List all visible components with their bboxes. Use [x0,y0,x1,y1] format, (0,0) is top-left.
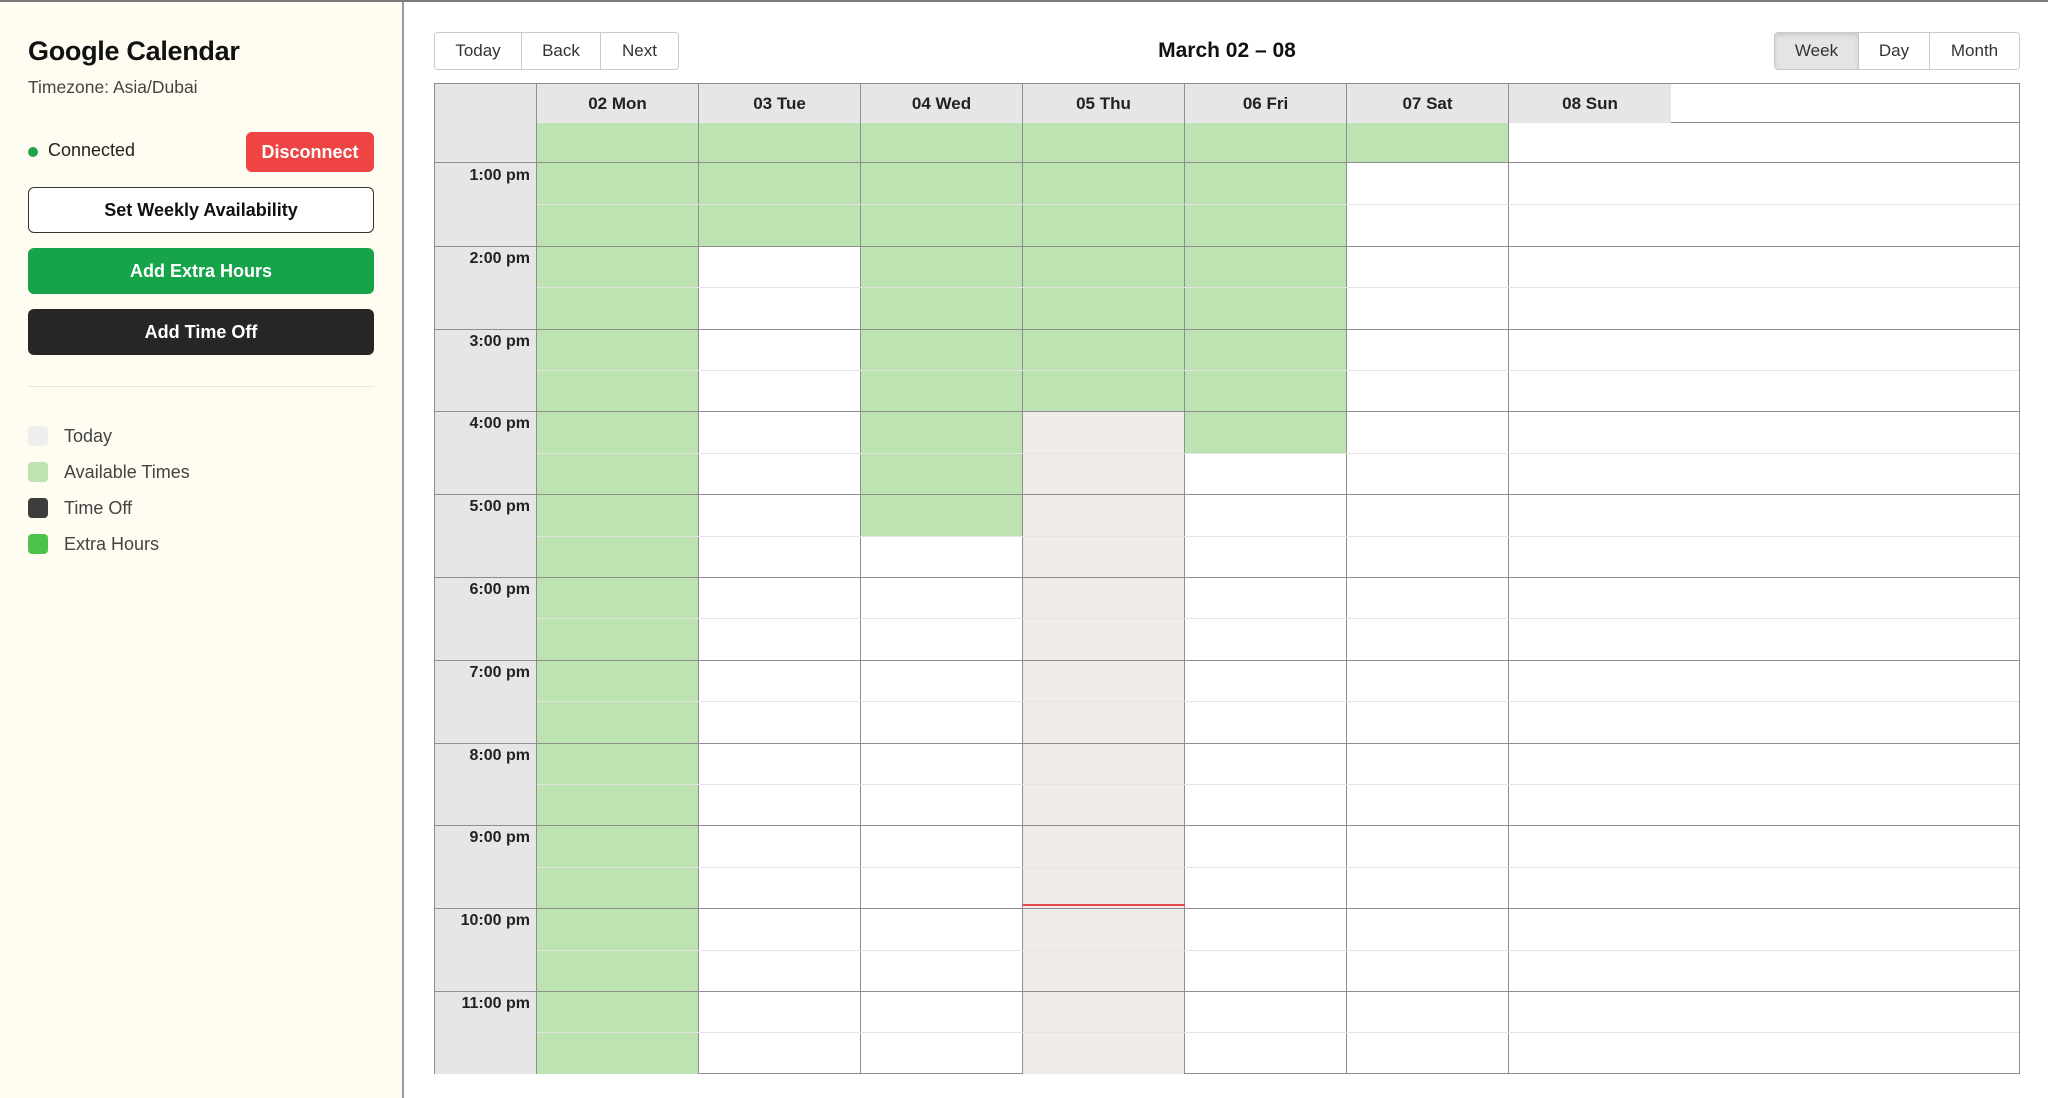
time-label: 10:00 pm [460,912,530,929]
top-row-gutter [435,123,537,162]
time-grid-body: 1:00 pm 2:00 pm 3:00 pm 4:00 pm 5:00 pm … [435,163,2019,1074]
app-title: Google Calendar [28,36,240,66]
time-label: 9:00 pm [469,829,530,846]
available-time-block[interactable] [537,163,698,1074]
day-header-sat: 07 Sat [1347,84,1509,123]
time-label: 8:00 pm [469,747,530,764]
day-column[interactable] [1185,163,1347,1074]
top-row-cell[interactable] [1185,123,1347,162]
app-window: Google Calendar Timezone: Asia/Dubai Con… [0,0,2048,1098]
time-label: 2:00 pm [469,250,530,267]
set-weekly-availability-button[interactable]: Set Weekly Availability [28,187,374,233]
time-label: 3:00 pm [469,333,530,350]
disconnect-button[interactable]: Disconnect [246,132,374,172]
top-row-cell[interactable] [861,123,1023,162]
timeoff-swatch-icon [28,498,48,518]
top-time-row [435,123,2019,163]
calendar-toolbar: Today Back Next March 02 – 08 Week Day M… [434,32,2020,70]
legend-item-available: Available Times [28,454,190,490]
legend-label: Time Off [64,497,133,518]
day-header-thu: 05 Thu [1023,84,1185,123]
time-label: 5:00 pm [469,498,530,515]
day-column[interactable] [861,163,1023,1074]
day-header-fri: 06 Fri [1185,84,1347,123]
top-row-cell[interactable] [1509,123,1671,162]
time-gutter: 1:00 pm 2:00 pm 3:00 pm 4:00 pm 5:00 pm … [435,163,537,1074]
time-label: 1:00 pm [469,167,530,184]
day-header-row: 02 Mon 03 Tue 04 Wed 05 Thu 06 Fri 07 Sa… [435,84,2019,123]
day-header-sun: 08 Sun [1509,84,1671,123]
day-header-tue: 03 Tue [699,84,861,123]
legend-item-time-off: Time Off [28,490,190,526]
time-label: 11:00 pm [461,995,530,1012]
week-view-button[interactable]: Week [1775,33,1859,69]
add-time-off-button[interactable]: Add Time Off [28,309,374,355]
day-column[interactable] [1509,163,1671,1074]
back-button[interactable]: Back [522,33,601,69]
available-swatch-icon [28,462,48,482]
timezone-label: Timezone: Asia/Dubai [28,77,198,97]
today-button[interactable]: Today [435,33,522,69]
legend-item-extra-hours: Extra Hours [28,526,190,562]
extra-swatch-icon [28,534,48,554]
connection-status: Connected [48,140,136,160]
today-swatch-icon [28,426,48,446]
time-label: 7:00 pm [469,664,530,681]
status-dot-icon [28,147,38,157]
day-header-wed: 04 Wed [861,84,1023,123]
add-extra-hours-button[interactable]: Add Extra Hours [28,248,374,294]
top-row-cell[interactable] [1347,123,1509,162]
legend: Today Available Times Time Off Extra Hou… [28,418,190,562]
view-switcher: Week Day Month [1774,32,2020,70]
legend-item-today: Today [28,418,190,454]
available-time-block[interactable] [1185,163,1346,453]
available-time-block[interactable] [861,163,1022,536]
top-row-cell[interactable] [537,123,699,162]
day-header-mon: 02 Mon [537,84,699,123]
main-panel: Today Back Next March 02 – 08 Week Day M… [406,2,2048,1098]
day-column[interactable] [699,163,861,1074]
week-calendar-grid: 02 Mon 03 Tue 04 Wed 05 Thu 06 Fri 07 Sa… [434,83,2020,1074]
available-time-block[interactable] [1023,163,1184,412]
navigation-buttons: Today Back Next [434,32,679,70]
header-gutter [435,84,537,123]
sidebar: Google Calendar Timezone: Asia/Dubai Con… [0,2,404,1098]
month-view-button[interactable]: Month [1930,33,2019,69]
top-row-cell[interactable] [699,123,861,162]
connection-row: Connected Disconnect [28,130,374,172]
day-column[interactable] [1347,163,1509,1074]
available-time-block[interactable] [699,163,860,246]
day-column[interactable] [1023,163,1185,1074]
sidebar-divider [28,386,374,387]
next-button[interactable]: Next [601,33,678,69]
top-row-cell[interactable] [1023,123,1185,162]
legend-label: Extra Hours [64,533,160,554]
time-label: 6:00 pm [469,581,530,598]
time-label: 4:00 pm [469,415,530,432]
day-view-button[interactable]: Day [1859,33,1930,69]
legend-label: Available Times [64,461,190,482]
day-column[interactable] [537,163,699,1074]
legend-label: Today [64,425,113,446]
